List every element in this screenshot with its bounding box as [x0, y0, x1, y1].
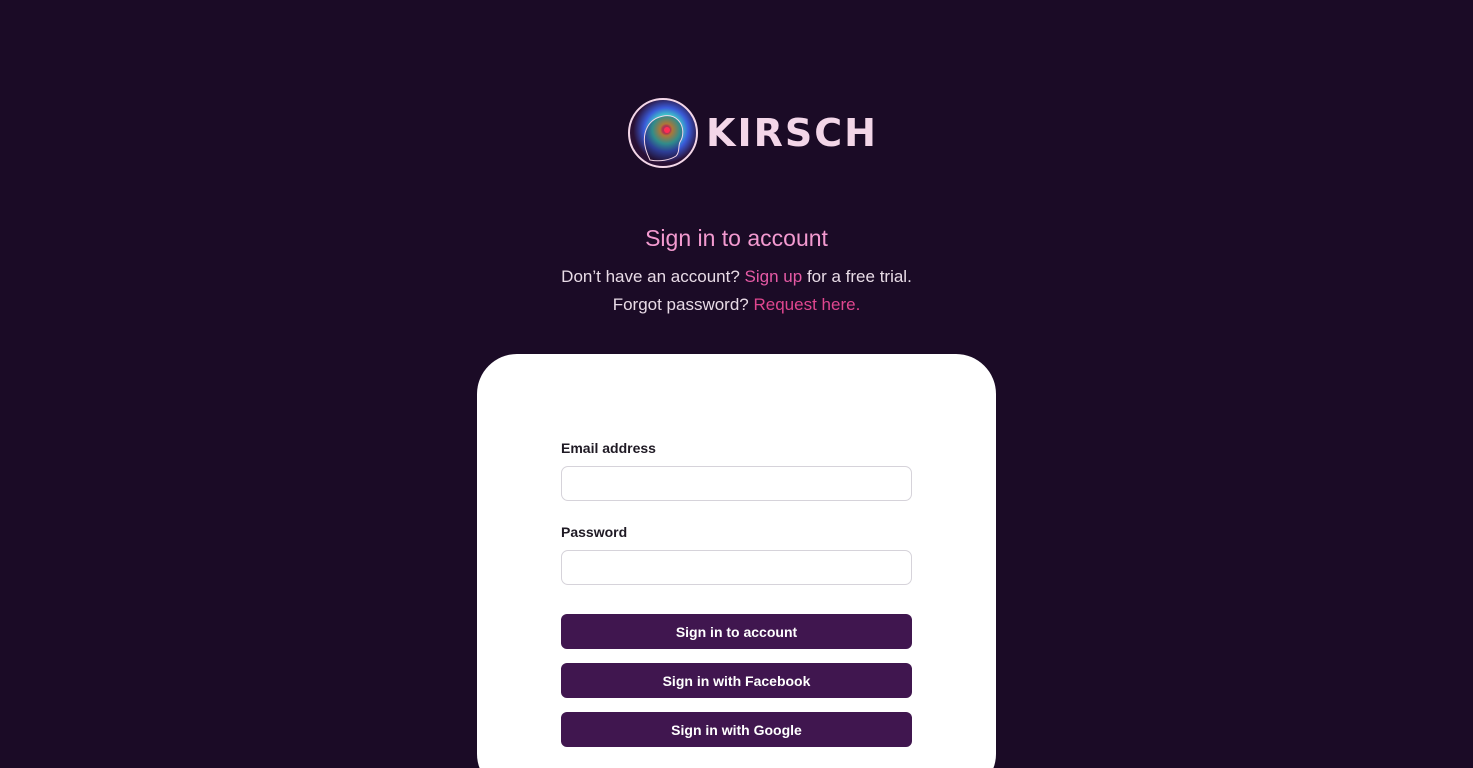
forgot-prefix: Forgot password? — [612, 295, 749, 314]
google-signin-button[interactable]: Sign in with Google — [561, 712, 912, 747]
password-field[interactable] — [561, 550, 912, 585]
signup-link[interactable]: Sign up — [745, 267, 803, 286]
signup-suffix: for a free trial. — [806, 267, 912, 286]
brand-name: KIRSCH — [706, 111, 878, 155]
password-label: Password — [561, 524, 628, 540]
signin-page: KIRSCH Sign in to account Don’t have an … — [0, 0, 1473, 768]
signin-help-text: Don’t have an account? Sign up for a fre… — [0, 263, 1473, 319]
signin-button[interactable]: Sign in to account — [561, 614, 912, 649]
forgot-password-line: Forgot password? Request here. — [0, 291, 1473, 319]
signup-prefix: Don’t have an account? — [561, 267, 740, 286]
email-field[interactable] — [561, 466, 912, 501]
brand-logo[interactable]: KIRSCH — [628, 98, 878, 168]
request-password-link[interactable]: Request here. — [754, 295, 861, 314]
brain-head-icon — [628, 98, 698, 168]
email-label: Email address — [561, 440, 656, 456]
signin-card: Email address Password Sign in to accoun… — [477, 354, 996, 768]
facebook-signin-button[interactable]: Sign in with Facebook — [561, 663, 912, 698]
signup-line: Don’t have an account? Sign up for a fre… — [0, 263, 1473, 291]
page-title: Sign in to account — [645, 225, 828, 251]
